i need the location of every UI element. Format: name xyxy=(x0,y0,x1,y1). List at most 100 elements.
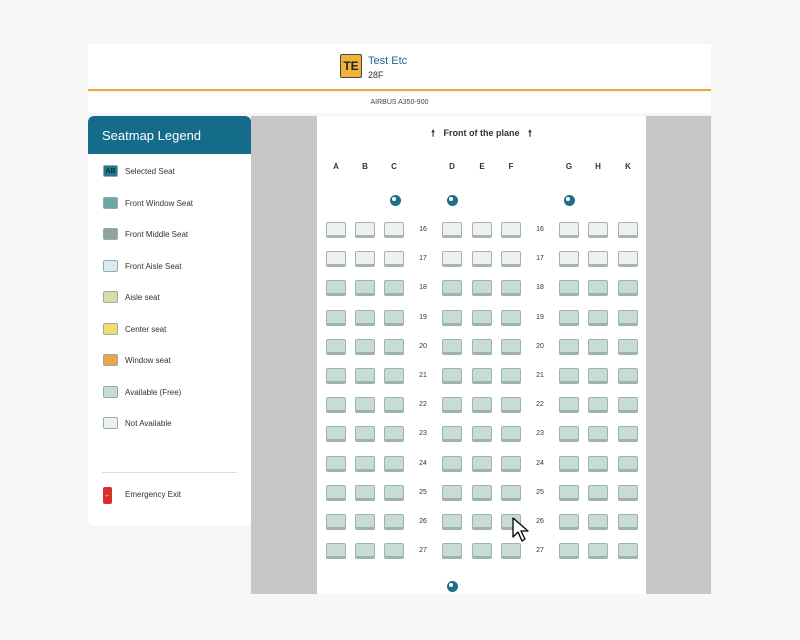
seat-25A[interactable] xyxy=(326,484,346,501)
seat-16K[interactable] xyxy=(618,222,638,238)
seat-19B[interactable] xyxy=(355,309,375,326)
seat-20C[interactable] xyxy=(384,338,404,355)
seat-27G[interactable] xyxy=(559,543,579,560)
seat-16F[interactable] xyxy=(501,222,521,238)
seat-24G[interactable] xyxy=(559,455,579,472)
seat-19K[interactable] xyxy=(618,309,638,326)
seat-24A[interactable] xyxy=(326,455,346,472)
seat-27C[interactable] xyxy=(384,543,404,560)
seat-22A[interactable] xyxy=(326,397,346,414)
seat-25C[interactable] xyxy=(384,484,404,501)
seat-18E[interactable] xyxy=(472,280,492,297)
seat-23D[interactable] xyxy=(442,426,462,443)
seat-27E[interactable] xyxy=(472,543,492,560)
seat-20G[interactable] xyxy=(559,338,579,355)
seat-26G[interactable] xyxy=(559,514,579,530)
seat-21E[interactable] xyxy=(472,368,492,384)
seat-21K[interactable] xyxy=(618,368,638,384)
seat-17G[interactable] xyxy=(559,251,579,268)
seat-17F[interactable] xyxy=(501,251,521,268)
seat-21D[interactable] xyxy=(442,368,462,384)
seat-18B[interactable] xyxy=(355,280,375,297)
seat-21A[interactable] xyxy=(326,368,346,384)
seat-16H[interactable] xyxy=(588,222,608,238)
seat-22H[interactable] xyxy=(588,397,608,414)
seat-18G[interactable] xyxy=(559,280,579,297)
lavatory-icon[interactable] xyxy=(447,581,458,592)
seat-20A[interactable] xyxy=(326,338,346,355)
seat-25G[interactable] xyxy=(559,484,579,501)
seat-27B[interactable] xyxy=(355,543,375,560)
seat-27H[interactable] xyxy=(588,543,608,560)
seat-23B[interactable] xyxy=(355,426,375,443)
seat-20F[interactable] xyxy=(501,338,521,355)
seat-18A[interactable] xyxy=(326,280,346,297)
seat-26D[interactable] xyxy=(442,514,462,530)
seat-23G[interactable] xyxy=(559,426,579,443)
seat-24E[interactable] xyxy=(472,455,492,472)
seat-26A[interactable] xyxy=(326,514,346,530)
seat-23E[interactable] xyxy=(472,426,492,443)
seat-24B[interactable] xyxy=(355,455,375,472)
seat-19E[interactable] xyxy=(472,309,492,326)
seat-21H[interactable] xyxy=(588,368,608,384)
seat-22K[interactable] xyxy=(618,397,638,414)
seat-17H[interactable] xyxy=(588,251,608,268)
seat-20D[interactable] xyxy=(442,338,462,355)
seat-27D[interactable] xyxy=(442,543,462,560)
seat-19F[interactable] xyxy=(501,309,521,326)
seat-18K[interactable] xyxy=(618,280,638,297)
seat-22G[interactable] xyxy=(559,397,579,414)
seat-21C[interactable] xyxy=(384,368,404,384)
seat-27F[interactable] xyxy=(501,543,521,560)
seat-17A[interactable] xyxy=(326,251,346,268)
seat-26B[interactable] xyxy=(355,514,375,530)
seat-17B[interactable] xyxy=(355,251,375,268)
seat-22B[interactable] xyxy=(355,397,375,414)
seat-26C[interactable] xyxy=(384,514,404,530)
seat-23K[interactable] xyxy=(618,426,638,443)
seat-22C[interactable] xyxy=(384,397,404,414)
seat-20B[interactable] xyxy=(355,338,375,355)
seat-27K[interactable] xyxy=(618,543,638,560)
passenger-avatar[interactable]: TE xyxy=(340,54,362,78)
seat-26H[interactable] xyxy=(588,514,608,530)
seat-21F[interactable] xyxy=(501,368,521,384)
seat-23H[interactable] xyxy=(588,426,608,443)
seat-17E[interactable] xyxy=(472,251,492,268)
seat-27A[interactable] xyxy=(326,543,346,560)
seat-23F[interactable] xyxy=(501,426,521,443)
seat-24F[interactable] xyxy=(501,455,521,472)
seat-20K[interactable] xyxy=(618,338,638,355)
seat-25H[interactable] xyxy=(588,484,608,501)
seat-19C[interactable] xyxy=(384,309,404,326)
seat-19G[interactable] xyxy=(559,309,579,326)
seat-25D[interactable] xyxy=(442,484,462,501)
seat-16A[interactable] xyxy=(326,222,346,238)
seat-18D[interactable] xyxy=(442,280,462,297)
lavatory-icon[interactable] xyxy=(564,195,575,206)
lavatory-icon[interactable] xyxy=(390,195,401,206)
seat-16D[interactable] xyxy=(442,222,462,238)
seat-20E[interactable] xyxy=(472,338,492,355)
seat-16E[interactable] xyxy=(472,222,492,238)
seat-18F[interactable] xyxy=(501,280,521,297)
passenger-name[interactable]: Test Etc xyxy=(368,55,407,67)
seat-16C[interactable] xyxy=(384,222,404,238)
seat-22F[interactable] xyxy=(501,397,521,414)
seat-16B[interactable] xyxy=(355,222,375,238)
seat-22E[interactable] xyxy=(472,397,492,414)
seat-24K[interactable] xyxy=(618,455,638,472)
seat-24C[interactable] xyxy=(384,455,404,472)
seat-25E[interactable] xyxy=(472,484,492,501)
seat-17K[interactable] xyxy=(618,251,638,268)
seat-24D[interactable] xyxy=(442,455,462,472)
seat-18H[interactable] xyxy=(588,280,608,297)
seat-25B[interactable] xyxy=(355,484,375,501)
seat-17C[interactable] xyxy=(384,251,404,268)
seat-22D[interactable] xyxy=(442,397,462,414)
seat-23A[interactable] xyxy=(326,426,346,443)
seat-19H[interactable] xyxy=(588,309,608,326)
seat-18C[interactable] xyxy=(384,280,404,297)
seat-24H[interactable] xyxy=(588,455,608,472)
